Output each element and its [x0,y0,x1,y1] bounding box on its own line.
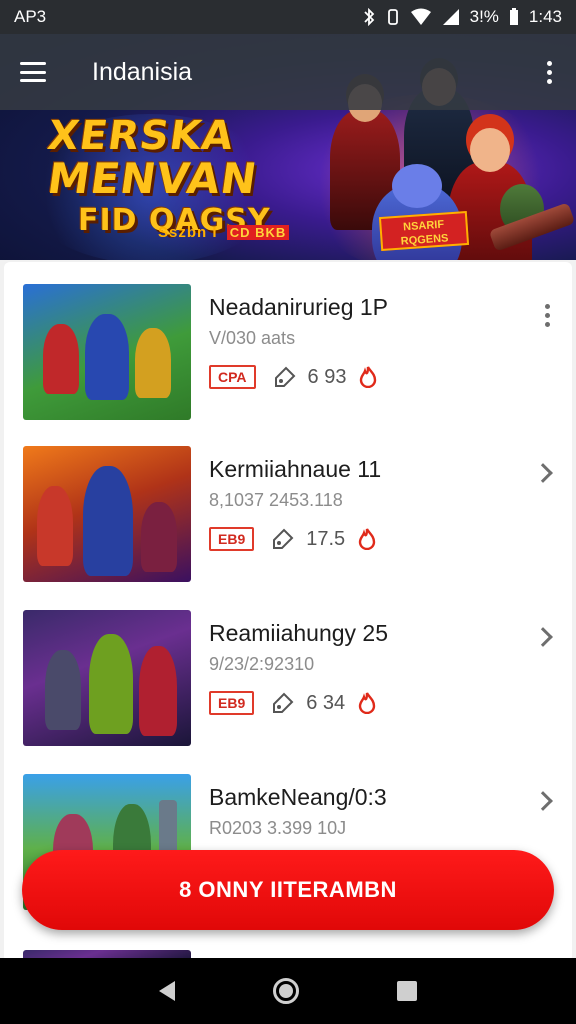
game-meta: CPA 6 93 [209,364,378,390]
game-badge: EB9 [209,527,255,551]
game-thumbnail [23,610,191,746]
more-options-icon[interactable] [543,57,556,88]
signal-icon [442,8,460,26]
carrier-label: AP3 [14,7,47,26]
app-bar: Indanisia [0,34,576,110]
game-subtitle: R0203 3.399 10J [209,818,347,838]
hero-badge: NSARIF RQGENS [378,210,470,252]
system-nav-bar [0,958,576,1024]
chevron-right-icon[interactable] [533,791,553,811]
game-title: Kermiiahnaue 11 [209,456,382,482]
game-meta: EB9 6 34 [209,690,377,716]
primary-cta-button[interactable]: 8 ONNY IITERAMBN [22,850,554,930]
recent-apps-icon[interactable] [397,981,417,1001]
list-item[interactable]: Kermiiahnaue 11 8,1037 2453.118 EB9 17.5 [4,424,572,584]
back-icon[interactable] [159,981,175,1001]
bluetooth-icon [362,8,376,26]
list-item[interactable]: Reamiiahungy 25 9/23/2:92310 EB9 6 34 [4,588,572,748]
game-subtitle: 9/23/2:92310 [209,654,315,674]
game-value: 17.5 [306,527,346,550]
clock: 1:43 [528,7,562,26]
list-item[interactable]: Neadanirurieg 1P V/030 aats CPA 6 93 [4,262,572,422]
tag-icon [270,690,296,716]
more-vert-icon[interactable] [545,304,550,327]
flame-icon [357,528,377,551]
hero-subtitle-tag: CD BKB [226,225,290,240]
hero-title-line: XERSKA [44,113,237,159]
hero-subtitle: Sszbn I CD BKB [158,224,290,241]
battery-icon [509,8,519,26]
flame-icon [358,366,378,389]
game-badge: EB9 [209,691,255,715]
home-icon[interactable] [273,978,299,1004]
game-value: 6 34 [306,691,346,714]
game-badge: CPA [209,365,256,389]
game-title: BamkeNeang/0:3 [209,784,387,810]
app-title: Indanisia [92,57,193,86]
tag-icon [272,364,298,390]
tag-icon [270,526,296,552]
game-title: Reamiiahungy 25 [209,620,389,646]
wifi-icon [410,8,432,26]
game-title: Neadanirurieg 1P [209,294,389,320]
game-subtitle: V/030 aats [209,328,296,348]
vibrate-icon [386,8,400,26]
hero-subtitle-text: Sszbn I [158,224,218,241]
chevron-right-icon[interactable] [533,463,553,483]
status-icons: 3!% 1:43 [362,7,562,27]
game-thumbnail [23,284,191,420]
hero-title: XERSKA MENVAN FID QAGSY [44,113,298,236]
battery-percent: 3!% [469,7,499,26]
chevron-right-icon[interactable] [533,627,553,647]
flame-icon [357,692,377,715]
menu-icon[interactable] [20,62,46,82]
hero-title-line: MENVAN [44,154,261,203]
game-subtitle: 8,1037 2453.118 [209,490,343,510]
game-meta: EB9 17.5 [209,526,377,552]
game-thumbnail [23,446,191,582]
game-value: 6 93 [307,365,347,388]
status-bar: AP3 3!% 1:43 [0,0,576,34]
